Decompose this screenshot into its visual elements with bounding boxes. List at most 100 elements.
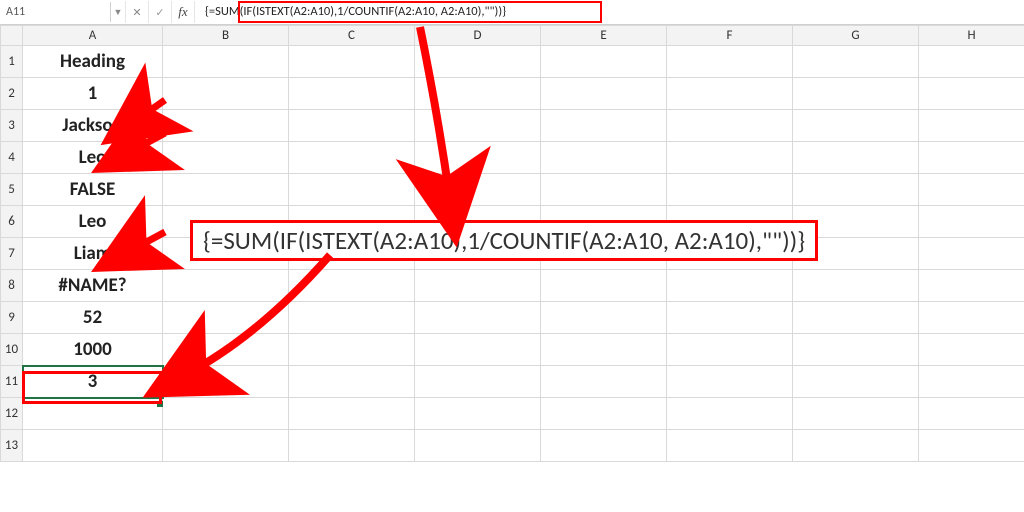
cell-A1[interactable]: Heading xyxy=(23,46,163,78)
spreadsheet-grid[interactable]: A B C D E F G H 1 Heading 2 1 3 Jackson … xyxy=(0,25,1024,512)
row-header-11[interactable]: 11 xyxy=(1,366,23,398)
cell-H10[interactable] xyxy=(919,334,1024,366)
cell-G11[interactable] xyxy=(793,366,919,398)
insert-function-button[interactable]: fx xyxy=(172,1,195,23)
select-all-corner[interactable] xyxy=(1,26,23,46)
cell-E9[interactable] xyxy=(541,302,667,334)
cell-H1[interactable] xyxy=(919,46,1024,78)
cell-B2[interactable] xyxy=(163,78,289,110)
cell-F1[interactable] xyxy=(667,46,793,78)
cell-E10[interactable] xyxy=(541,334,667,366)
row-header-7[interactable]: 7 xyxy=(1,238,23,270)
cell-C2[interactable] xyxy=(289,78,415,110)
cell-D11[interactable] xyxy=(415,366,541,398)
cell-F8[interactable] xyxy=(667,270,793,302)
cell-F13[interactable] xyxy=(667,430,793,462)
cell-H9[interactable] xyxy=(919,302,1024,334)
row-header-13[interactable]: 13 xyxy=(1,430,23,462)
cell-H2[interactable] xyxy=(919,78,1024,110)
cell-C8[interactable] xyxy=(289,270,415,302)
cell-G13[interactable] xyxy=(793,430,919,462)
cell-B11[interactable] xyxy=(163,366,289,398)
cell-H12[interactable] xyxy=(919,398,1024,430)
cell-D12[interactable] xyxy=(415,398,541,430)
cell-H11[interactable] xyxy=(919,366,1024,398)
cell-H6[interactable] xyxy=(919,206,1024,238)
cell-F2[interactable] xyxy=(667,78,793,110)
cell-D3[interactable] xyxy=(415,110,541,142)
row-header-10[interactable]: 10 xyxy=(1,334,23,366)
cell-A3[interactable]: Jackson xyxy=(23,110,163,142)
cell-A5[interactable]: FALSE xyxy=(23,174,163,206)
cell-D5[interactable] xyxy=(415,174,541,206)
cell-B12[interactable] xyxy=(163,398,289,430)
cell-C4[interactable] xyxy=(289,142,415,174)
col-header-F[interactable]: F xyxy=(667,26,793,46)
cell-D4[interactable] xyxy=(415,142,541,174)
row-header-6[interactable]: 6 xyxy=(1,206,23,238)
cell-A13[interactable] xyxy=(23,430,163,462)
col-header-C[interactable]: C xyxy=(289,26,415,46)
cell-A8[interactable]: #NAME? xyxy=(23,270,163,302)
cell-E3[interactable] xyxy=(541,110,667,142)
cell-A11[interactable]: 3 xyxy=(23,366,163,398)
formula-enter-button[interactable]: ✓ xyxy=(149,1,172,23)
cell-C13[interactable] xyxy=(289,430,415,462)
cell-E13[interactable] xyxy=(541,430,667,462)
cell-H4[interactable] xyxy=(919,142,1024,174)
cell-E8[interactable] xyxy=(541,270,667,302)
cell-F12[interactable] xyxy=(667,398,793,430)
cell-E4[interactable] xyxy=(541,142,667,174)
cell-G10[interactable] xyxy=(793,334,919,366)
cell-A10[interactable]: 1000 xyxy=(23,334,163,366)
cell-H3[interactable] xyxy=(919,110,1024,142)
row-header-9[interactable]: 9 xyxy=(1,302,23,334)
cell-F9[interactable] xyxy=(667,302,793,334)
cell-A6[interactable]: Leo xyxy=(23,206,163,238)
cell-D10[interactable] xyxy=(415,334,541,366)
cell-C12[interactable] xyxy=(289,398,415,430)
row-header-3[interactable]: 3 xyxy=(1,110,23,142)
cell-E2[interactable] xyxy=(541,78,667,110)
cell-E12[interactable] xyxy=(541,398,667,430)
cell-H5[interactable] xyxy=(919,174,1024,206)
cell-A12[interactable] xyxy=(23,398,163,430)
col-header-A[interactable]: A xyxy=(23,26,163,46)
cell-H8[interactable] xyxy=(919,270,1024,302)
row-header-5[interactable]: 5 xyxy=(1,174,23,206)
row-header-2[interactable]: 2 xyxy=(1,78,23,110)
cell-G3[interactable] xyxy=(793,110,919,142)
col-header-B[interactable]: B xyxy=(163,26,289,46)
cell-F3[interactable] xyxy=(667,110,793,142)
cell-C3[interactable] xyxy=(289,110,415,142)
cell-E5[interactable] xyxy=(541,174,667,206)
cell-E11[interactable] xyxy=(541,366,667,398)
name-box[interactable]: A11 xyxy=(0,2,111,22)
cell-H13[interactable] xyxy=(919,430,1024,462)
cell-A9[interactable]: 52 xyxy=(23,302,163,334)
cell-B5[interactable] xyxy=(163,174,289,206)
cell-D2[interactable] xyxy=(415,78,541,110)
cell-B4[interactable] xyxy=(163,142,289,174)
row-header-8[interactable]: 8 xyxy=(1,270,23,302)
cell-G5[interactable] xyxy=(793,174,919,206)
cell-D8[interactable] xyxy=(415,270,541,302)
cell-G8[interactable] xyxy=(793,270,919,302)
cell-G9[interactable] xyxy=(793,302,919,334)
cell-C5[interactable] xyxy=(289,174,415,206)
cell-G1[interactable] xyxy=(793,46,919,78)
formula-cancel-button[interactable]: ✕ xyxy=(126,1,149,23)
cell-D1[interactable] xyxy=(415,46,541,78)
col-header-D[interactable]: D xyxy=(415,26,541,46)
cell-G12[interactable] xyxy=(793,398,919,430)
col-header-G[interactable]: G xyxy=(793,26,919,46)
cell-D9[interactable] xyxy=(415,302,541,334)
fill-handle[interactable] xyxy=(157,401,163,407)
col-header-H[interactable]: H xyxy=(919,26,1024,46)
cell-F11[interactable] xyxy=(667,366,793,398)
cell-G4[interactable] xyxy=(793,142,919,174)
row-header-1[interactable]: 1 xyxy=(1,46,23,78)
cell-F5[interactable] xyxy=(667,174,793,206)
cell-C11[interactable] xyxy=(289,366,415,398)
cell-B13[interactable] xyxy=(163,430,289,462)
